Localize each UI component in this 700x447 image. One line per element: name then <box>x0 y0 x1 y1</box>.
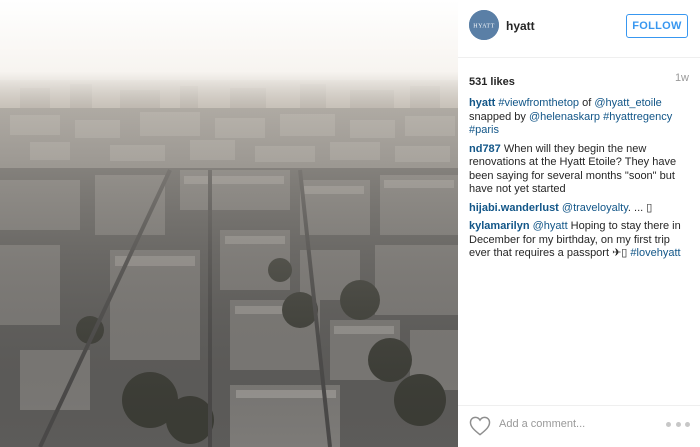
hashtag-link[interactable]: #lovehyatt <box>630 247 680 259</box>
likes-row: 531 likes 1w <box>469 72 689 88</box>
comment-user[interactable]: kylamarilyn <box>469 220 530 232</box>
hashtag-link[interactable]: #viewfromthetop <box>498 97 579 109</box>
comment-text: When will they begin the new renovations… <box>469 142 677 196</box>
mention-link[interactable]: @helenaskarp <box>529 111 600 123</box>
mention-link[interactable]: @hyatt <box>533 220 568 232</box>
comments-list: hyatt #viewfromthetop of @hyatt_etoile s… <box>469 97 691 266</box>
hyatt-logo-icon: HYATT <box>469 10 499 40</box>
dot <box>666 421 671 427</box>
post-footer <box>458 405 700 447</box>
comment-item: hijabi.wanderlust @traveloyalty. ... ▯ <box>469 202 691 216</box>
post-header: HYATT hyatt FOLLOW <box>458 0 700 58</box>
hashtag-link[interactable]: #hyattregency <box>603 111 672 123</box>
caption-text: snapped by <box>469 110 529 123</box>
comment-item: nd787 When will they begin the new renov… <box>469 143 691 197</box>
avatar-text: HYATT <box>473 24 495 30</box>
likes-count[interactable]: 531 likes <box>469 76 515 88</box>
follow-button[interactable]: FOLLOW <box>626 14 688 38</box>
mention-link[interactable]: @traveloyalty <box>562 202 628 214</box>
dot <box>685 421 690 427</box>
paris-aerial-image <box>0 0 458 447</box>
caption: hyatt #viewfromthetop of @hyatt_etoile s… <box>469 97 691 138</box>
add-comment-input[interactable] <box>499 418 649 430</box>
caption-user[interactable]: hyatt <box>469 97 495 109</box>
username[interactable]: hyatt <box>506 19 535 33</box>
post-photo[interactable] <box>0 0 458 447</box>
post-age[interactable]: 1w <box>675 72 689 84</box>
comment-user[interactable]: hijabi.wanderlust <box>469 202 559 214</box>
comment-text: . ... ▯ <box>627 201 653 214</box>
hashtag-link[interactable]: #paris <box>469 124 499 136</box>
comment-user[interactable]: nd787 <box>469 143 501 155</box>
mention-link[interactable]: @hyatt_etoile <box>594 97 661 109</box>
comment-item: kylamarilyn @hyatt Hoping to stay there … <box>469 220 691 261</box>
heart-outline-icon[interactable] <box>469 416 491 436</box>
more-options-icon[interactable] <box>666 417 690 431</box>
dot <box>675 421 681 427</box>
avatar[interactable]: HYATT <box>469 10 499 40</box>
caption-text: of <box>579 97 595 109</box>
post-details-panel: HYATT hyatt FOLLOW 531 likes 1w hyatt #v… <box>458 0 700 447</box>
